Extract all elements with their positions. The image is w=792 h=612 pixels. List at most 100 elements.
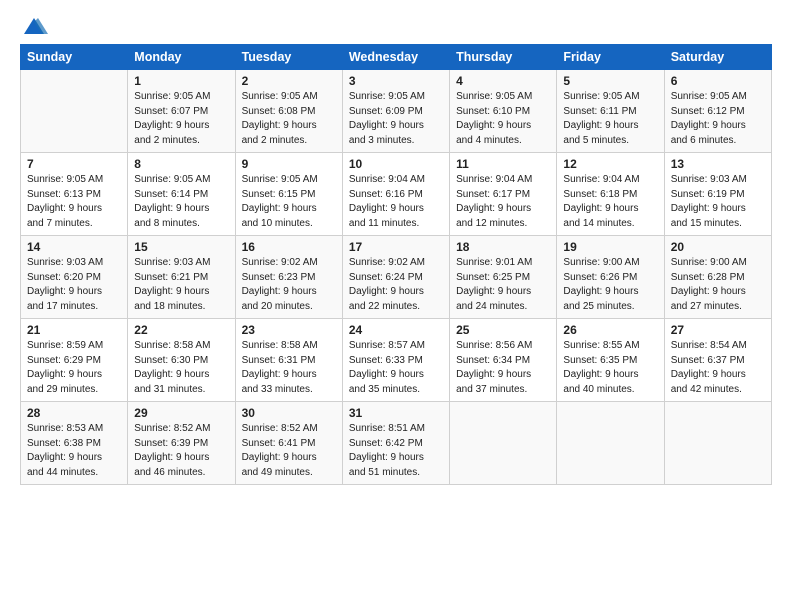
cell-date: 23 <box>242 323 336 337</box>
cell-date: 9 <box>242 157 336 171</box>
logo-icon <box>20 16 48 38</box>
cell-date: 26 <box>563 323 657 337</box>
calendar-cell: 14Sunrise: 9:03 AMSunset: 6:20 PMDayligh… <box>21 236 128 319</box>
cell-date: 5 <box>563 74 657 88</box>
calendar-cell: 9 Sunrise: 9:05 AMSunset: 6:15 PMDaylight… <box>235 153 342 236</box>
cell-info: Sunrise: 9:03 AMSunset: 6:19 PMDaylight:… <box>671 173 765 231</box>
cell-info: Sunrise: 9:02 AMSunset: 6:24 PMDaylight:… <box>349 256 443 314</box>
week-row-3: 14Sunrise: 9:03 AMSunset: 6:20 PMDayligh… <box>21 236 772 319</box>
cell-info: Sunrise: 8:54 AMSunset: 6:37 PMDaylight:… <box>671 339 765 397</box>
cell-date: 16 <box>242 240 336 254</box>
cell-info: Sunrise: 9:05 AMSunset: 6:11 PMDaylight:… <box>563 90 657 148</box>
calendar-cell: 10 Sunrise: 9:04 AMSunset: 6:16 PMDayligh… <box>342 153 449 236</box>
calendar-cell: 1 Sunrise: 9:05 AMSunset: 6:07 PMDaylight… <box>128 70 235 153</box>
cell-info: Sunrise: 9:05 AMSunset: 6:10 PMDaylight:… <box>456 90 550 148</box>
header <box>20 16 772 34</box>
cell-info: Sunrise: 8:51 AMSunset: 6:42 PMDaylight:… <box>349 422 443 480</box>
calendar-cell: 21 Sunrise: 8:59 AMSunset: 6:29 PMDayligh… <box>21 319 128 402</box>
calendar-cell: 13 Sunrise: 9:03 AMSunset: 6:19 PMDayligh… <box>664 153 771 236</box>
cell-info: Sunrise: 8:52 AMSunset: 6:41 PMDaylight:… <box>242 422 336 480</box>
cell-date: 17 <box>349 240 443 254</box>
calendar-cell <box>450 402 557 485</box>
calendar-cell <box>557 402 664 485</box>
cell-info: Sunrise: 9:05 AMSunset: 6:07 PMDaylight:… <box>134 90 228 148</box>
calendar-header-row: SundayMondayTuesdayWednesdayThursdayFrid… <box>21 45 772 70</box>
cell-date: 19 <box>563 240 657 254</box>
calendar-cell: 18 Sunrise: 9:01 AMSunset: 6:25 PMDayligh… <box>450 236 557 319</box>
cell-info: Sunrise: 9:04 AMSunset: 6:16 PMDaylight:… <box>349 173 443 231</box>
cell-date: 18 <box>456 240 550 254</box>
week-row-1: 1 Sunrise: 9:05 AMSunset: 6:07 PMDaylight… <box>21 70 772 153</box>
calendar-cell: 3 Sunrise: 9:05 AMSunset: 6:09 PMDaylight… <box>342 70 449 153</box>
cell-info: Sunrise: 9:00 AMSunset: 6:26 PMDaylight:… <box>563 256 657 314</box>
week-row-4: 21 Sunrise: 8:59 AMSunset: 6:29 PMDayligh… <box>21 319 772 402</box>
cell-date: 27 <box>671 323 765 337</box>
cell-date: 7 <box>27 157 121 171</box>
cell-date: 20 <box>671 240 765 254</box>
cell-info: Sunrise: 8:59 AMSunset: 6:29 PMDaylight:… <box>27 339 121 397</box>
cell-date: 8 <box>134 157 228 171</box>
day-header-friday: Friday <box>557 45 664 70</box>
cell-date: 24 <box>349 323 443 337</box>
day-header-saturday: Saturday <box>664 45 771 70</box>
calendar-cell: 5 Sunrise: 9:05 AMSunset: 6:11 PMDaylight… <box>557 70 664 153</box>
cell-date: 1 <box>134 74 228 88</box>
cell-info: Sunrise: 8:52 AMSunset: 6:39 PMDaylight:… <box>134 422 228 480</box>
cell-info: Sunrise: 8:58 AMSunset: 6:31 PMDaylight:… <box>242 339 336 397</box>
calendar-cell <box>664 402 771 485</box>
cell-info: Sunrise: 9:00 AMSunset: 6:28 PMDaylight:… <box>671 256 765 314</box>
calendar-cell <box>21 70 128 153</box>
calendar-cell: 25Sunrise: 8:56 AMSunset: 6:34 PMDayligh… <box>450 319 557 402</box>
calendar-cell: 6Sunrise: 9:05 AMSunset: 6:12 PMDaylight… <box>664 70 771 153</box>
cell-info: Sunrise: 9:05 AMSunset: 6:15 PMDaylight:… <box>242 173 336 231</box>
cell-date: 29 <box>134 406 228 420</box>
calendar-cell: 31Sunrise: 8:51 AMSunset: 6:42 PMDayligh… <box>342 402 449 485</box>
cell-info: Sunrise: 8:53 AMSunset: 6:38 PMDaylight:… <box>27 422 121 480</box>
calendar-cell: 12 Sunrise: 9:04 AMSunset: 6:18 PMDayligh… <box>557 153 664 236</box>
cell-date: 25 <box>456 323 550 337</box>
cell-info: Sunrise: 9:04 AMSunset: 6:18 PMDaylight:… <box>563 173 657 231</box>
cell-info: Sunrise: 9:04 AMSunset: 6:17 PMDaylight:… <box>456 173 550 231</box>
cell-info: Sunrise: 8:55 AMSunset: 6:35 PMDaylight:… <box>563 339 657 397</box>
cell-date: 28 <box>27 406 121 420</box>
day-header-sunday: Sunday <box>21 45 128 70</box>
day-header-thursday: Thursday <box>450 45 557 70</box>
calendar-cell: 23 Sunrise: 8:58 AMSunset: 6:31 PMDayligh… <box>235 319 342 402</box>
calendar-cell: 19 Sunrise: 9:00 AMSunset: 6:26 PMDayligh… <box>557 236 664 319</box>
cell-info: Sunrise: 8:58 AMSunset: 6:30 PMDaylight:… <box>134 339 228 397</box>
cell-info: Sunrise: 8:57 AMSunset: 6:33 PMDaylight:… <box>349 339 443 397</box>
cell-date: 21 <box>27 323 121 337</box>
cell-info: Sunrise: 9:01 AMSunset: 6:25 PMDaylight:… <box>456 256 550 314</box>
calendar-cell: 22 Sunrise: 8:58 AMSunset: 6:30 PMDayligh… <box>128 319 235 402</box>
calendar-cell: 24 Sunrise: 8:57 AMSunset: 6:33 PMDayligh… <box>342 319 449 402</box>
cell-date: 11 <box>456 157 550 171</box>
cell-info: Sunrise: 9:03 AMSunset: 6:20 PMDaylight:… <box>27 256 121 314</box>
day-header-monday: Monday <box>128 45 235 70</box>
cell-info: Sunrise: 9:05 AMSunset: 6:14 PMDaylight:… <box>134 173 228 231</box>
calendar-cell: 15Sunrise: 9:03 AMSunset: 6:21 PMDayligh… <box>128 236 235 319</box>
cell-date: 10 <box>349 157 443 171</box>
cell-date: 13 <box>671 157 765 171</box>
calendar-cell: 26 Sunrise: 8:55 AMSunset: 6:35 PMDayligh… <box>557 319 664 402</box>
day-header-tuesday: Tuesday <box>235 45 342 70</box>
cell-date: 22 <box>134 323 228 337</box>
cell-info: Sunrise: 9:05 AMSunset: 6:08 PMDaylight:… <box>242 90 336 148</box>
cell-date: 30 <box>242 406 336 420</box>
week-row-5: 28 Sunrise: 8:53 AMSunset: 6:38 PMDayligh… <box>21 402 772 485</box>
calendar-cell: 4 Sunrise: 9:05 AMSunset: 6:10 PMDaylight… <box>450 70 557 153</box>
calendar-cell: 16Sunrise: 9:02 AMSunset: 6:23 PMDayligh… <box>235 236 342 319</box>
cell-info: Sunrise: 9:05 AMSunset: 6:12 PMDaylight:… <box>671 90 765 148</box>
calendar-cell: 28 Sunrise: 8:53 AMSunset: 6:38 PMDayligh… <box>21 402 128 485</box>
cell-date: 3 <box>349 74 443 88</box>
week-row-2: 7 Sunrise: 9:05 AMSunset: 6:13 PMDaylight… <box>21 153 772 236</box>
cell-info: Sunrise: 9:05 AMSunset: 6:09 PMDaylight:… <box>349 90 443 148</box>
calendar-cell: 7 Sunrise: 9:05 AMSunset: 6:13 PMDaylight… <box>21 153 128 236</box>
calendar-cell: 30 Sunrise: 8:52 AMSunset: 6:41 PMDayligh… <box>235 402 342 485</box>
cell-info: Sunrise: 9:05 AMSunset: 6:13 PMDaylight:… <box>27 173 121 231</box>
cell-date: 12 <box>563 157 657 171</box>
cell-date: 15 <box>134 240 228 254</box>
calendar-cell: 11 Sunrise: 9:04 AMSunset: 6:17 PMDayligh… <box>450 153 557 236</box>
day-header-wednesday: Wednesday <box>342 45 449 70</box>
calendar-table: SundayMondayTuesdayWednesdayThursdayFrid… <box>20 44 772 485</box>
cell-date: 4 <box>456 74 550 88</box>
